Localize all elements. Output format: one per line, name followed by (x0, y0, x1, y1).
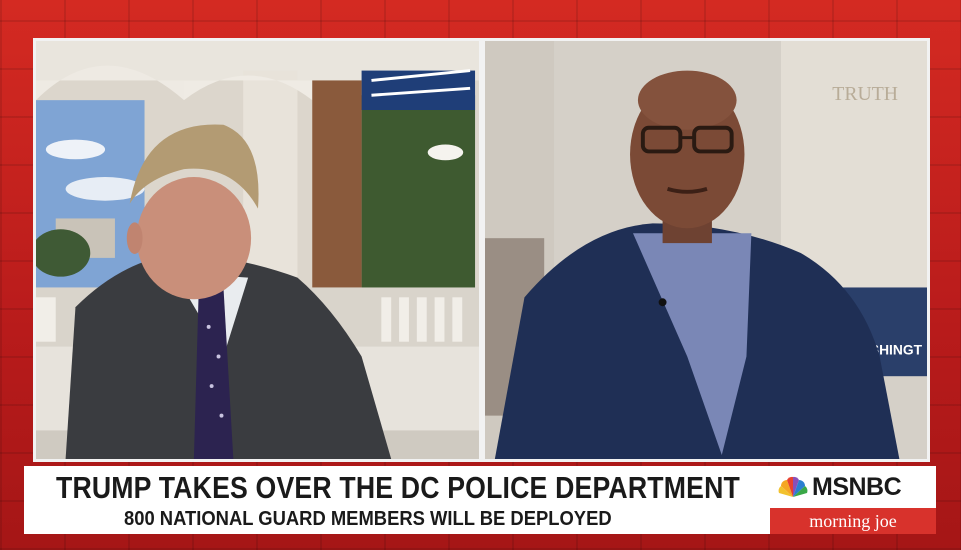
peacock-icon (778, 476, 808, 497)
network-logo-block: MSNBC morning joe (770, 466, 936, 534)
left-video-panel (33, 38, 482, 462)
right-panel-scene: TRUTH ASHINGT (485, 41, 927, 459)
left-panel-scene (36, 41, 479, 459)
msnbc-logo: MSNBC (778, 472, 902, 502)
right-video-panel: TRUTH ASHINGT (482, 38, 930, 462)
background-sign-text: TRUTH (832, 83, 898, 105)
subheadline-text: 800 NATIONAL GUARD MEMBERS WILL BE DEPLO… (124, 508, 612, 530)
headline-text: TRUMP TAKES OVER THE DC POLICE DEPARTMEN… (56, 470, 740, 505)
lower-third-banner: TRUMP TAKES OVER THE DC POLICE DEPARTMEN… (24, 466, 936, 534)
show-name: morning joe (809, 510, 897, 531)
show-name-tag: morning joe (770, 508, 936, 534)
network-name: MSNBC (812, 472, 902, 501)
